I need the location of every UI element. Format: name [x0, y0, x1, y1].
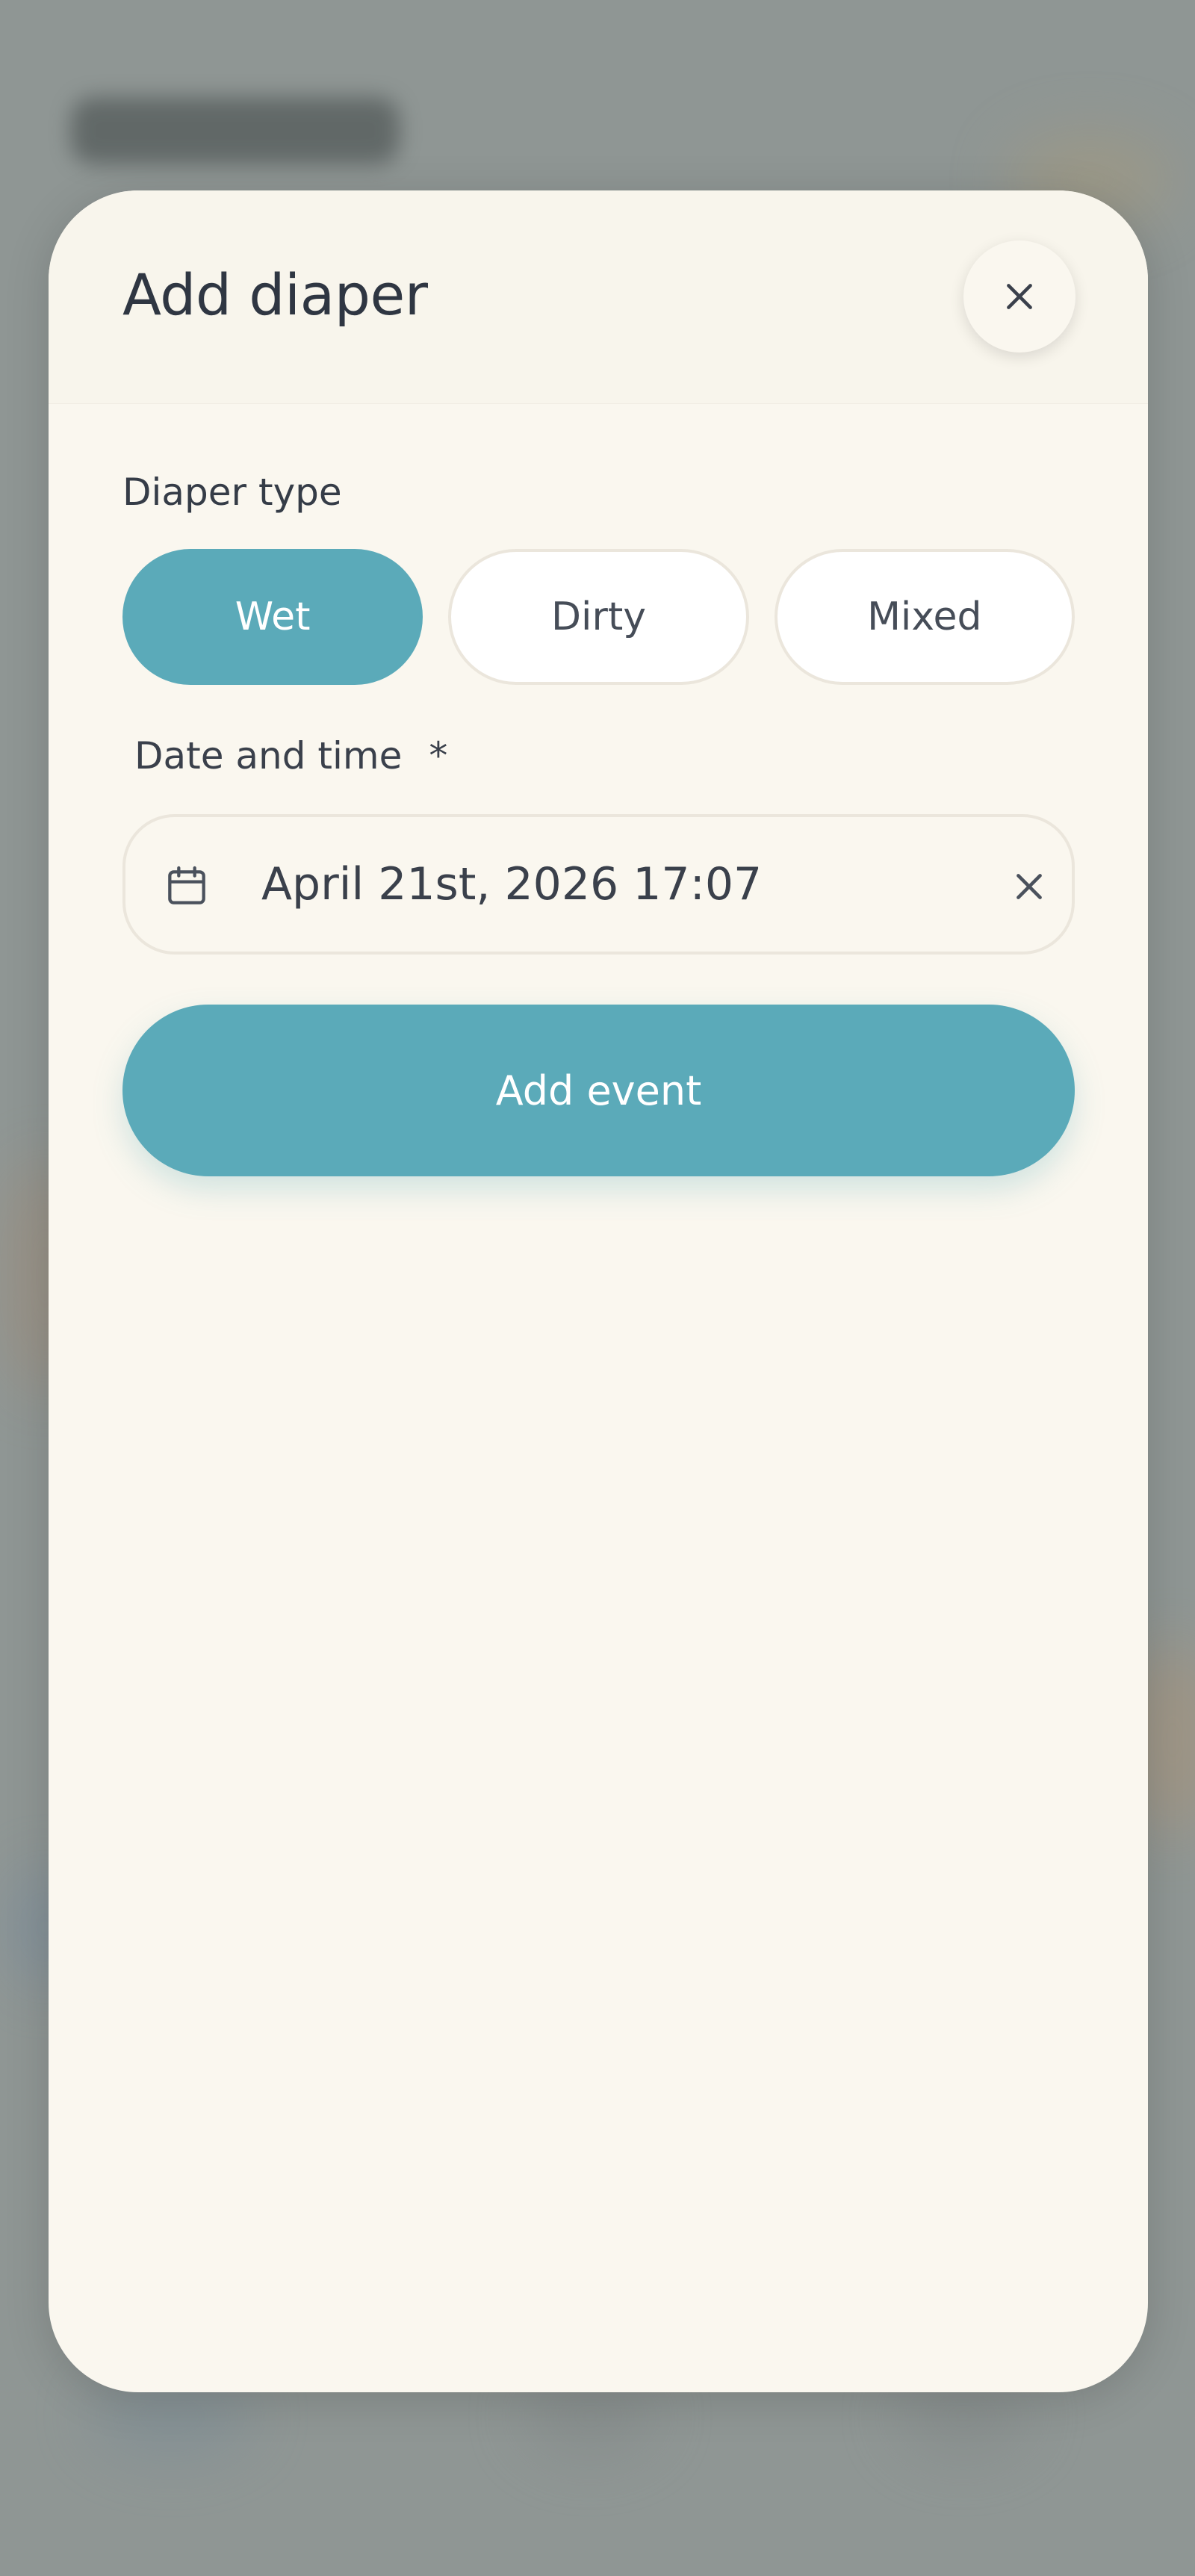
diaper-type-wet-button[interactable]: Wet	[122, 549, 423, 685]
date-time-label-text: Date and time	[134, 734, 403, 778]
calendar-icon	[168, 866, 205, 904]
background-title-blurred	[71, 97, 400, 164]
diaper-type-selector: Wet Dirty Mixed	[122, 549, 1075, 685]
required-marker: *	[429, 734, 448, 778]
date-time-field[interactable]: April 21st, 2026 17:07	[122, 814, 1075, 955]
clear-icon[interactable]	[1011, 868, 1048, 905]
close-icon	[1007, 284, 1032, 309]
close-button[interactable]	[963, 240, 1076, 353]
diaper-type-label: Diaper type	[122, 471, 342, 514]
date-time-value: April 21st, 2026 17:07	[261, 858, 763, 910]
modal-title: Add diaper	[122, 261, 428, 328]
add-diaper-modal: Add diaper Diaper type Wet Dirty Mixed D…	[49, 190, 1148, 2392]
date-time-label: Date and time *	[134, 734, 447, 778]
modal-header: Add diaper	[49, 190, 1148, 404]
diaper-type-dirty-button[interactable]: Dirty	[448, 549, 749, 685]
add-event-button[interactable]: Add event	[122, 1005, 1075, 1176]
diaper-type-mixed-button[interactable]: Mixed	[774, 549, 1075, 685]
